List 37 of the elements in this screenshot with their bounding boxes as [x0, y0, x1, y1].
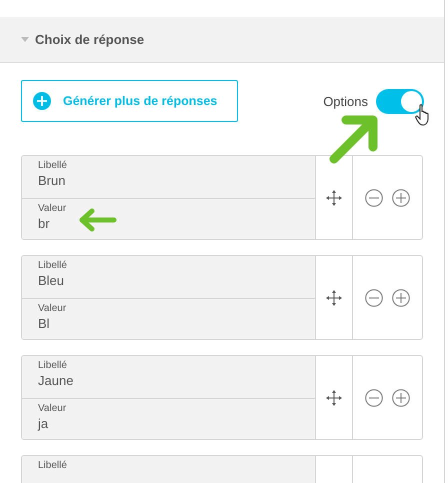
field-caption: Valeur	[38, 202, 66, 214]
section-title: Choix de réponse	[35, 32, 144, 47]
caret-icon	[21, 37, 29, 42]
annotation-arrow	[78, 208, 118, 232]
field-value: Jaune	[38, 372, 74, 390]
remove-icon[interactable]	[365, 388, 384, 406]
add-icon[interactable]	[392, 288, 410, 306]
move-icon[interactable]	[326, 390, 342, 406]
label-field[interactable]: Libellé Bleu	[22, 256, 315, 298]
options-label: Options	[323, 94, 368, 108]
field-value: ja	[38, 414, 48, 432]
move-icon[interactable]	[326, 290, 342, 306]
toggle-switch[interactable]	[376, 88, 424, 114]
section-header[interactable]: Choix de réponse	[0, 17, 444, 63]
hand-cursor-icon	[415, 104, 429, 126]
field-caption: Libellé	[38, 459, 67, 472]
field-caption: Valeur	[38, 402, 66, 414]
value-field[interactable]: Valeur br	[22, 198, 315, 239]
remove-icon[interactable]	[365, 188, 384, 206]
field-value: Brun	[38, 172, 66, 190]
field-caption: Libellé	[38, 359, 67, 372]
field-caption: Valeur	[38, 302, 66, 314]
field-value: Bl	[38, 314, 50, 332]
label-field[interactable]: Libellé Jaune	[22, 356, 315, 398]
field-caption: Libellé	[38, 259, 67, 272]
plus-icon	[33, 92, 51, 110]
add-icon[interactable]	[392, 188, 410, 206]
remove-icon[interactable]	[365, 288, 384, 306]
label-field[interactable]: Libellé Brun	[22, 156, 315, 198]
field-caption: Libellé	[38, 159, 67, 172]
add-icon[interactable]	[392, 388, 410, 406]
move-icon[interactable]	[326, 190, 342, 206]
label-field[interactable]: Libellé	[22, 456, 315, 483]
value-field[interactable]: Valeur ja	[22, 398, 315, 439]
field-value: br	[38, 214, 50, 232]
value-field[interactable]: Valeur Bl	[22, 298, 315, 339]
field-value: Bleu	[38, 272, 64, 290]
